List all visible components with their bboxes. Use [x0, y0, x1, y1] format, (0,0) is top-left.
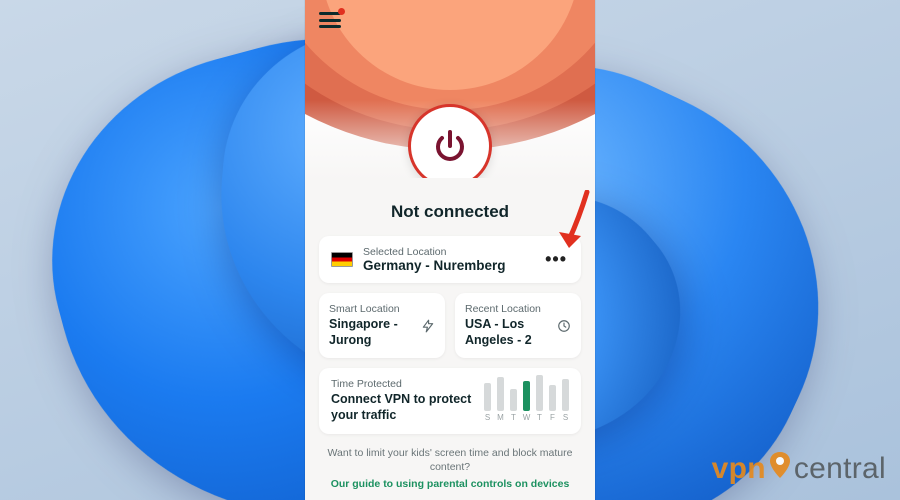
day-bar: S	[562, 379, 569, 422]
day-bar: F	[549, 385, 556, 422]
day-bar-label: T	[511, 413, 516, 422]
connect-button[interactable]	[408, 104, 492, 178]
day-bar-label: W	[523, 413, 531, 422]
weekly-bars: SMTWTFS	[484, 380, 569, 422]
day-bar-label: S	[485, 413, 490, 422]
promo-block: Want to limit your kids' screen time and…	[319, 446, 581, 490]
day-bar-label: M	[497, 413, 504, 422]
content-area: Selected Location Germany - Nuremberg ••…	[305, 236, 595, 500]
power-icon	[430, 126, 470, 166]
smart-location-label: Smart Location	[329, 303, 435, 315]
more-icon: •••	[545, 249, 567, 269]
promo-link[interactable]: Our guide to using parental controls on …	[325, 478, 575, 490]
selected-location-value: Germany - Nuremberg	[363, 258, 533, 273]
desktop-background: Not connected Selected Location Germany …	[0, 0, 900, 500]
connection-status: Not connected	[305, 202, 595, 222]
lightning-icon	[419, 317, 437, 335]
day-bar-label: S	[563, 413, 568, 422]
watermark-text-vpn: vpn	[712, 452, 766, 486]
day-bar: T	[536, 375, 543, 422]
watermark-text-central: central	[794, 452, 886, 486]
day-bar-label: T	[537, 413, 542, 422]
clock-icon	[555, 317, 573, 335]
smart-location-card[interactable]: Smart Location Singapore - Jurong	[319, 293, 445, 358]
hero-area	[305, 0, 595, 178]
time-protected-card[interactable]: Time Protected Connect VPN to protect yo…	[319, 368, 581, 433]
menu-button[interactable]	[319, 12, 341, 28]
day-bar: S	[484, 383, 491, 422]
notification-dot-icon	[338, 8, 345, 15]
more-options-button[interactable]: •••	[543, 247, 569, 272]
day-bar: M	[497, 377, 504, 422]
time-protected-label: Time Protected	[331, 378, 472, 390]
selected-location-card[interactable]: Selected Location Germany - Nuremberg ••…	[319, 236, 581, 283]
recent-location-card[interactable]: Recent Location USA - Los Angeles - 2	[455, 293, 581, 358]
germany-flag-icon	[331, 252, 353, 267]
day-bar: T	[510, 389, 517, 422]
watermark-logo: vpn central	[712, 452, 886, 486]
time-protected-message: Connect VPN to protect your traffic	[331, 392, 472, 423]
day-bar-label: F	[550, 413, 555, 422]
vpn-app-window: Not connected Selected Location Germany …	[305, 0, 595, 500]
recent-location-label: Recent Location	[465, 303, 571, 315]
day-bar: W	[523, 381, 530, 422]
promo-question: Want to limit your kids' screen time and…	[325, 446, 575, 474]
map-pin-icon	[770, 452, 790, 483]
selected-location-label: Selected Location	[363, 246, 533, 258]
